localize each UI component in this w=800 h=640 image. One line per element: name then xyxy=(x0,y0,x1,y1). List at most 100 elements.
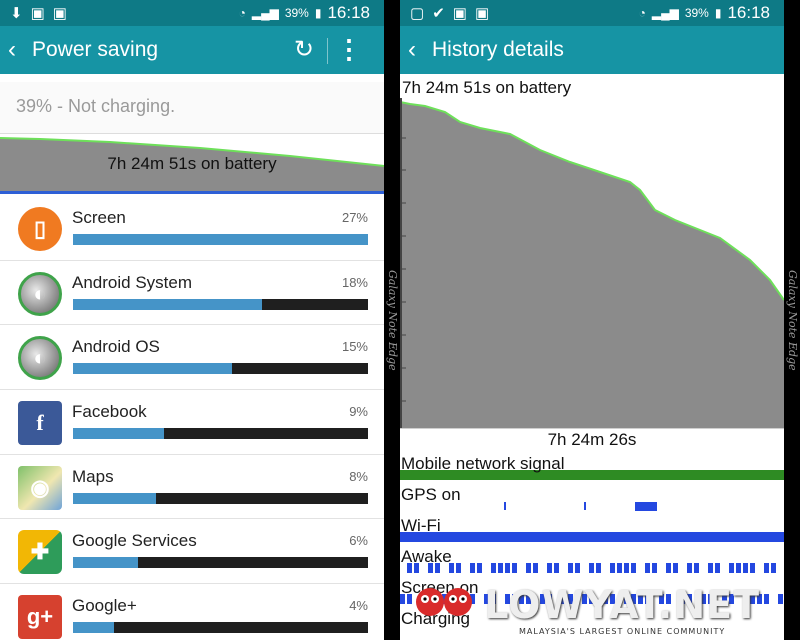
sd-card-icon: ▣ xyxy=(452,5,467,22)
usage-bar xyxy=(73,363,368,375)
app-name: Android System xyxy=(72,272,192,292)
graph-baseline xyxy=(400,428,784,429)
battery-percent: 39% xyxy=(284,6,309,20)
watermark: Galaxy Note Edge xyxy=(386,270,399,371)
battery-status: 39% - Not charging. xyxy=(0,82,384,134)
power-saving-screen: ⬇ ▣ ▣ ◔ ▂▄▆ 39% ▮ 16:18 ‹ Power saving ↻… xyxy=(0,0,384,640)
history-graph xyxy=(400,101,784,428)
usage-item[interactable]: ✚ Google Services 6% xyxy=(0,519,384,585)
usage-bar-fill xyxy=(73,298,262,310)
battery-icon: ▮ xyxy=(714,6,722,20)
usage-percent: 8% xyxy=(349,468,368,484)
history-graph-duration: 7h 24m 26s xyxy=(547,430,637,449)
sd-card-icon: ▣ xyxy=(30,5,45,22)
history-details-screen: ▢ ✔ ▣ ▣ ◔ ▂▄▆ 39% ▮ 16:18 ‹ History deta… xyxy=(400,0,784,640)
maps-icon: ◉ xyxy=(18,465,62,510)
app-name: Android OS xyxy=(72,337,160,357)
check-icon: ✔ xyxy=(432,5,445,22)
notification-icons: ⬇ ▣ ▣ xyxy=(10,4,67,22)
graph-y-axis xyxy=(400,98,402,428)
signal-icon: ▂▄▆ xyxy=(651,6,679,20)
usage-item[interactable]: ◐ Android System 18% xyxy=(0,260,384,326)
app-name: Facebook xyxy=(72,402,147,422)
app-name: Google+ xyxy=(72,596,137,616)
status-bar: ▢ ✔ ▣ ▣ ◔ ▂▄▆ 39% ▮ 16:18 xyxy=(400,0,784,26)
usage-percent: 18% xyxy=(341,274,368,290)
usage-item[interactable]: f Facebook 9% xyxy=(0,390,384,455)
google-plus-icon: g+ xyxy=(18,595,62,640)
history-row-wifi: Wi-Fi xyxy=(400,514,784,545)
usage-percent: 27% xyxy=(341,210,368,225)
history-row-awake: Awake xyxy=(400,545,784,576)
usage-bar xyxy=(73,492,368,504)
usage-bar-fill xyxy=(73,557,138,569)
usage-bar xyxy=(73,557,368,569)
google-services-icon: ✚ xyxy=(18,530,62,575)
more-options-icon[interactable]: ⋮ xyxy=(336,34,362,65)
history-row-label: Mobile network signal xyxy=(401,454,565,473)
usage-item[interactable]: ▯ Screen 27% xyxy=(0,196,384,261)
app-name: Maps xyxy=(72,466,114,486)
usage-bar xyxy=(73,428,368,440)
battery-percent: 39% xyxy=(684,6,709,20)
history-row-signal: Mobile network signal xyxy=(400,452,784,483)
status-bar: ⬇ ▣ ▣ ◔ ▂▄▆ 39% ▮ 16:18 xyxy=(0,0,384,26)
history-graph-title: 7h 24m 51s on battery xyxy=(402,78,572,97)
wifi-strip xyxy=(400,532,784,542)
usage-bar xyxy=(73,622,368,634)
app-name: Screen xyxy=(72,208,126,227)
mascot-icon xyxy=(416,588,473,616)
usage-bar-fill xyxy=(73,492,156,504)
android-system-icon: ◐ xyxy=(18,271,62,316)
download-icon: ⬇ xyxy=(10,5,23,22)
usage-percent: 6% xyxy=(349,533,368,549)
signal-icon: ▂▄▆ xyxy=(251,6,279,20)
lowyat-logo: LOWYAT.NET MALAYSIA'S LARGEST ONLINE COM… xyxy=(416,583,760,636)
app-name: Google Services xyxy=(72,531,197,551)
clock: 16:18 xyxy=(727,3,770,22)
back-icon[interactable]: ‹ xyxy=(8,36,16,64)
history-row-gps: GPS on xyxy=(400,483,784,514)
clock: 16:18 xyxy=(327,3,370,22)
back-icon[interactable]: ‹ xyxy=(408,36,416,64)
battery-status-text: 39% - Not charging. xyxy=(16,96,176,116)
awake-strip xyxy=(407,563,776,573)
usage-item[interactable]: ◉ Maps 8% xyxy=(0,454,384,520)
action-bar: ‹ Power saving ↻ ⋮ xyxy=(0,26,384,74)
page-title: History details xyxy=(432,38,564,61)
usage-percent: 4% xyxy=(349,598,368,614)
usage-percent: 9% xyxy=(349,404,368,420)
usage-bar-fill xyxy=(73,622,115,634)
wifi-icon: ◔ xyxy=(638,6,646,20)
usage-item[interactable]: ◐ Android OS 15% xyxy=(0,325,384,391)
history-row-label: Awake xyxy=(401,547,452,566)
wifi-icon: ◔ xyxy=(238,6,246,20)
history-row-label: Wi-Fi xyxy=(401,516,441,535)
usage-bar-fill xyxy=(73,234,368,245)
screen-icon: ▯ xyxy=(18,207,62,251)
usage-item[interactable]: g+ Google+ 4% xyxy=(0,584,384,640)
battery-icon: ▮ xyxy=(314,6,322,20)
facebook-icon: f xyxy=(18,401,62,446)
graph-underline xyxy=(0,191,384,194)
notification-icons: ▢ ✔ ▣ ▣ xyxy=(410,4,489,22)
refresh-icon[interactable]: ↻ xyxy=(294,35,314,64)
usage-bar-fill xyxy=(73,428,165,440)
action-bar: ‹ History details xyxy=(400,26,784,74)
sd-card-icon: ▣ xyxy=(52,5,67,22)
logo-tagline: MALAYSIA'S LARGEST ONLINE COMMUNITY xyxy=(519,627,726,636)
usage-bar xyxy=(73,298,368,310)
usage-list: ▯ Screen 27% ◐ Android System 18% ◐ Andr… xyxy=(0,196,384,640)
battery-graph[interactable]: 7h 24m 51s on battery xyxy=(0,134,384,194)
sd-card-icon: ▣ xyxy=(474,5,490,22)
usage-bar xyxy=(73,234,368,245)
watermark: Galaxy Note Edge xyxy=(786,270,799,371)
divider xyxy=(327,38,328,64)
usage-percent: 15% xyxy=(341,339,368,355)
logo-text: LOWYAT.NET xyxy=(484,583,760,627)
battery-graph-label: 7h 24m 51s on battery xyxy=(107,154,277,173)
image-icon: ▢ xyxy=(410,5,425,22)
page-title: Power saving xyxy=(32,38,159,61)
android-os-icon: ◐ xyxy=(18,336,62,381)
history-row-label: GPS on xyxy=(401,485,461,504)
